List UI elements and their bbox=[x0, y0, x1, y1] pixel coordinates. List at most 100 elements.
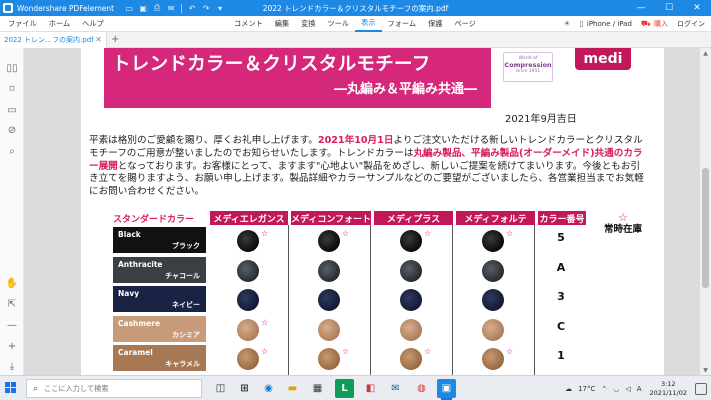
document-tab[interactable]: 2022 トレン…フの案内.pdf ✕ bbox=[0, 31, 107, 48]
minimize-button[interactable]: — bbox=[627, 0, 655, 16]
lightbulb-button[interactable]: ☀ bbox=[563, 19, 570, 28]
header-color-number: カラー番号 bbox=[538, 211, 586, 225]
tab-page[interactable]: ページ bbox=[448, 16, 481, 32]
title-bar: Wondershare PDFelement ▭ ▣ ⎙ ✉ ↶ ↷ ▾ 202… bbox=[0, 0, 711, 16]
header-medi-elegance: メディエレガンス bbox=[210, 211, 288, 225]
taskbar-search-input[interactable] bbox=[44, 384, 195, 393]
fit-page-icon[interactable]: ⤓ bbox=[6, 360, 18, 372]
lightbulb-icon: ☀ bbox=[563, 19, 571, 28]
menu-file[interactable]: ファイル bbox=[2, 16, 43, 32]
world-of-compression-logo: World of Compression since 1951 bbox=[503, 52, 553, 82]
redo-icon[interactable]: ↷ bbox=[199, 0, 213, 16]
thumbnails-icon[interactable]: ▯▯ bbox=[6, 62, 18, 74]
window-controls: — ☐ ✕ bbox=[627, 0, 711, 16]
search-icon[interactable]: ⌕ bbox=[6, 145, 18, 157]
tab-form[interactable]: フォーム bbox=[382, 16, 423, 32]
fabric-swatch bbox=[318, 289, 340, 311]
comment-icon[interactable]: ▭ bbox=[6, 104, 18, 116]
banner-title: トレンドカラー＆クリスタルモチーフ bbox=[112, 54, 431, 75]
close-tab-icon[interactable]: ✕ bbox=[95, 35, 102, 44]
notification-icon[interactable] bbox=[695, 382, 707, 395]
medi-logo: medi bbox=[575, 48, 631, 70]
fabric-swatch bbox=[237, 260, 259, 282]
zoom-in-icon[interactable]: + bbox=[6, 340, 18, 352]
fabric-swatch bbox=[400, 230, 422, 252]
tab-view[interactable]: 表示 bbox=[355, 16, 382, 32]
account-tools: ☀ ▯ iPhone / iPad ⛟ 購入 ログイン bbox=[554, 19, 705, 29]
pdfelement-taskbar-icon[interactable]: ▣ bbox=[437, 379, 456, 400]
mail-icon[interactable]: ✉ bbox=[164, 0, 178, 16]
column-divider bbox=[370, 225, 371, 375]
save-icon[interactable]: ▣ bbox=[136, 0, 150, 16]
always-in-stock-label: 常時在庫 bbox=[603, 224, 642, 235]
color-label-black: Black ブラック bbox=[113, 227, 206, 253]
print-icon[interactable]: ⎙ bbox=[150, 0, 164, 16]
fabric-swatch bbox=[482, 319, 504, 341]
start-button[interactable] bbox=[5, 382, 17, 394]
app-l-icon[interactable]: L bbox=[335, 379, 354, 398]
document-tab-label: 2022 トレン…フの案内.pdf bbox=[4, 35, 94, 44]
clock[interactable]: 3:12 2021/11/02 bbox=[650, 380, 687, 398]
attachment-icon[interactable]: ⊘ bbox=[6, 124, 18, 136]
fabric-swatch bbox=[482, 260, 504, 282]
scroll-thumb[interactable] bbox=[702, 168, 709, 288]
fabric-swatch bbox=[400, 260, 422, 282]
intro-paragraph: 平素は格別のご愛顧を賜り、厚くお礼申し上げます。2021年10月1日よりご注文い… bbox=[89, 135, 644, 198]
document-viewer[interactable]: トレンドカラー＆クリスタルモチーフ ―丸編み＆平編み共通― World of C… bbox=[24, 48, 700, 375]
scroll-up-icon[interactable]: ▲ bbox=[700, 48, 711, 58]
weather-icon[interactable]: ☁ bbox=[565, 385, 572, 393]
volume-icon[interactable]: ◁ bbox=[625, 385, 630, 393]
header-medi-plus: メディプラス bbox=[374, 211, 453, 225]
tab-protect[interactable]: 保護 bbox=[422, 16, 448, 32]
tray-overflow-icon[interactable]: ⌃ bbox=[601, 385, 607, 393]
star-icon: ☆ bbox=[424, 347, 432, 356]
taskbar-search[interactable]: ⌕ bbox=[26, 379, 202, 398]
color-code: C bbox=[556, 320, 566, 333]
main-menu: ファイル ホーム ヘルプ bbox=[2, 16, 110, 32]
outlook-icon[interactable]: ✉ bbox=[386, 379, 405, 398]
vertical-scrollbar[interactable]: ▲ ▼ bbox=[700, 48, 711, 375]
network-icon[interactable]: ◡ bbox=[613, 385, 619, 393]
task-view-icon[interactable]: ◫ bbox=[211, 379, 230, 398]
color-label-caramel: Caramel キャラメル bbox=[113, 345, 206, 371]
add-tab-button[interactable]: + bbox=[111, 34, 119, 45]
stock-star-icon: ☆ bbox=[618, 211, 628, 224]
ribbon-tabs: コメント 編集 変換 ツール 表示 フォーム 保護 ページ bbox=[228, 16, 482, 32]
edge-icon[interactable]: ◉ bbox=[259, 379, 278, 398]
star-icon: ☆ bbox=[506, 347, 514, 356]
store-icon[interactable]: ▦ bbox=[308, 379, 327, 398]
tab-edit[interactable]: 編集 bbox=[269, 16, 295, 32]
menu-help[interactable]: ヘルプ bbox=[76, 16, 110, 32]
star-icon: ☆ bbox=[506, 229, 514, 238]
login-button[interactable]: ログイン bbox=[677, 19, 705, 29]
scroll-down-icon[interactable]: ▼ bbox=[700, 365, 711, 375]
menu-home[interactable]: ホーム bbox=[43, 16, 76, 32]
chrome-icon[interactable]: ◍ bbox=[412, 379, 431, 398]
ime-indicator[interactable]: A bbox=[637, 385, 642, 393]
device-button[interactable]: ▯ iPhone / iPad bbox=[579, 19, 631, 28]
open-folder-icon[interactable]: ▭ bbox=[122, 0, 136, 16]
maximize-button[interactable]: ☐ bbox=[655, 0, 683, 16]
undo-icon[interactable]: ↶ bbox=[185, 0, 199, 16]
color-code: A bbox=[556, 261, 566, 274]
hand-tool-icon[interactable]: ✋ bbox=[6, 277, 18, 289]
select-tool-icon[interactable]: ⇱ bbox=[6, 298, 18, 310]
fabric-swatch bbox=[400, 348, 422, 370]
zoom-out-icon[interactable]: — bbox=[6, 319, 18, 331]
pdf-page: トレンドカラー＆クリスタルモチーフ ―丸編み＆平編み共通― World of C… bbox=[81, 48, 664, 375]
file-explorer-icon[interactable]: ▬ bbox=[283, 379, 302, 398]
widgets-icon[interactable]: ⊞ bbox=[235, 379, 254, 398]
temperature[interactable]: 17°C bbox=[578, 385, 595, 393]
customize-dropdown-icon[interactable]: ▾ bbox=[213, 0, 227, 16]
bookmark-icon[interactable]: ⌑ bbox=[6, 83, 18, 95]
buy-button[interactable]: ⛟ 購入 bbox=[641, 19, 668, 29]
device-label: iPhone / iPad bbox=[586, 19, 632, 28]
tab-tools[interactable]: ツール bbox=[322, 16, 356, 32]
fabric-swatch bbox=[237, 289, 259, 311]
fabric-swatch bbox=[237, 230, 259, 252]
close-button[interactable]: ✕ bbox=[683, 0, 711, 16]
office-icon[interactable]: ◧ bbox=[361, 379, 380, 398]
color-code: 5 bbox=[557, 231, 565, 244]
tab-comment[interactable]: コメント bbox=[228, 16, 269, 32]
tab-convert[interactable]: 変換 bbox=[295, 16, 321, 32]
